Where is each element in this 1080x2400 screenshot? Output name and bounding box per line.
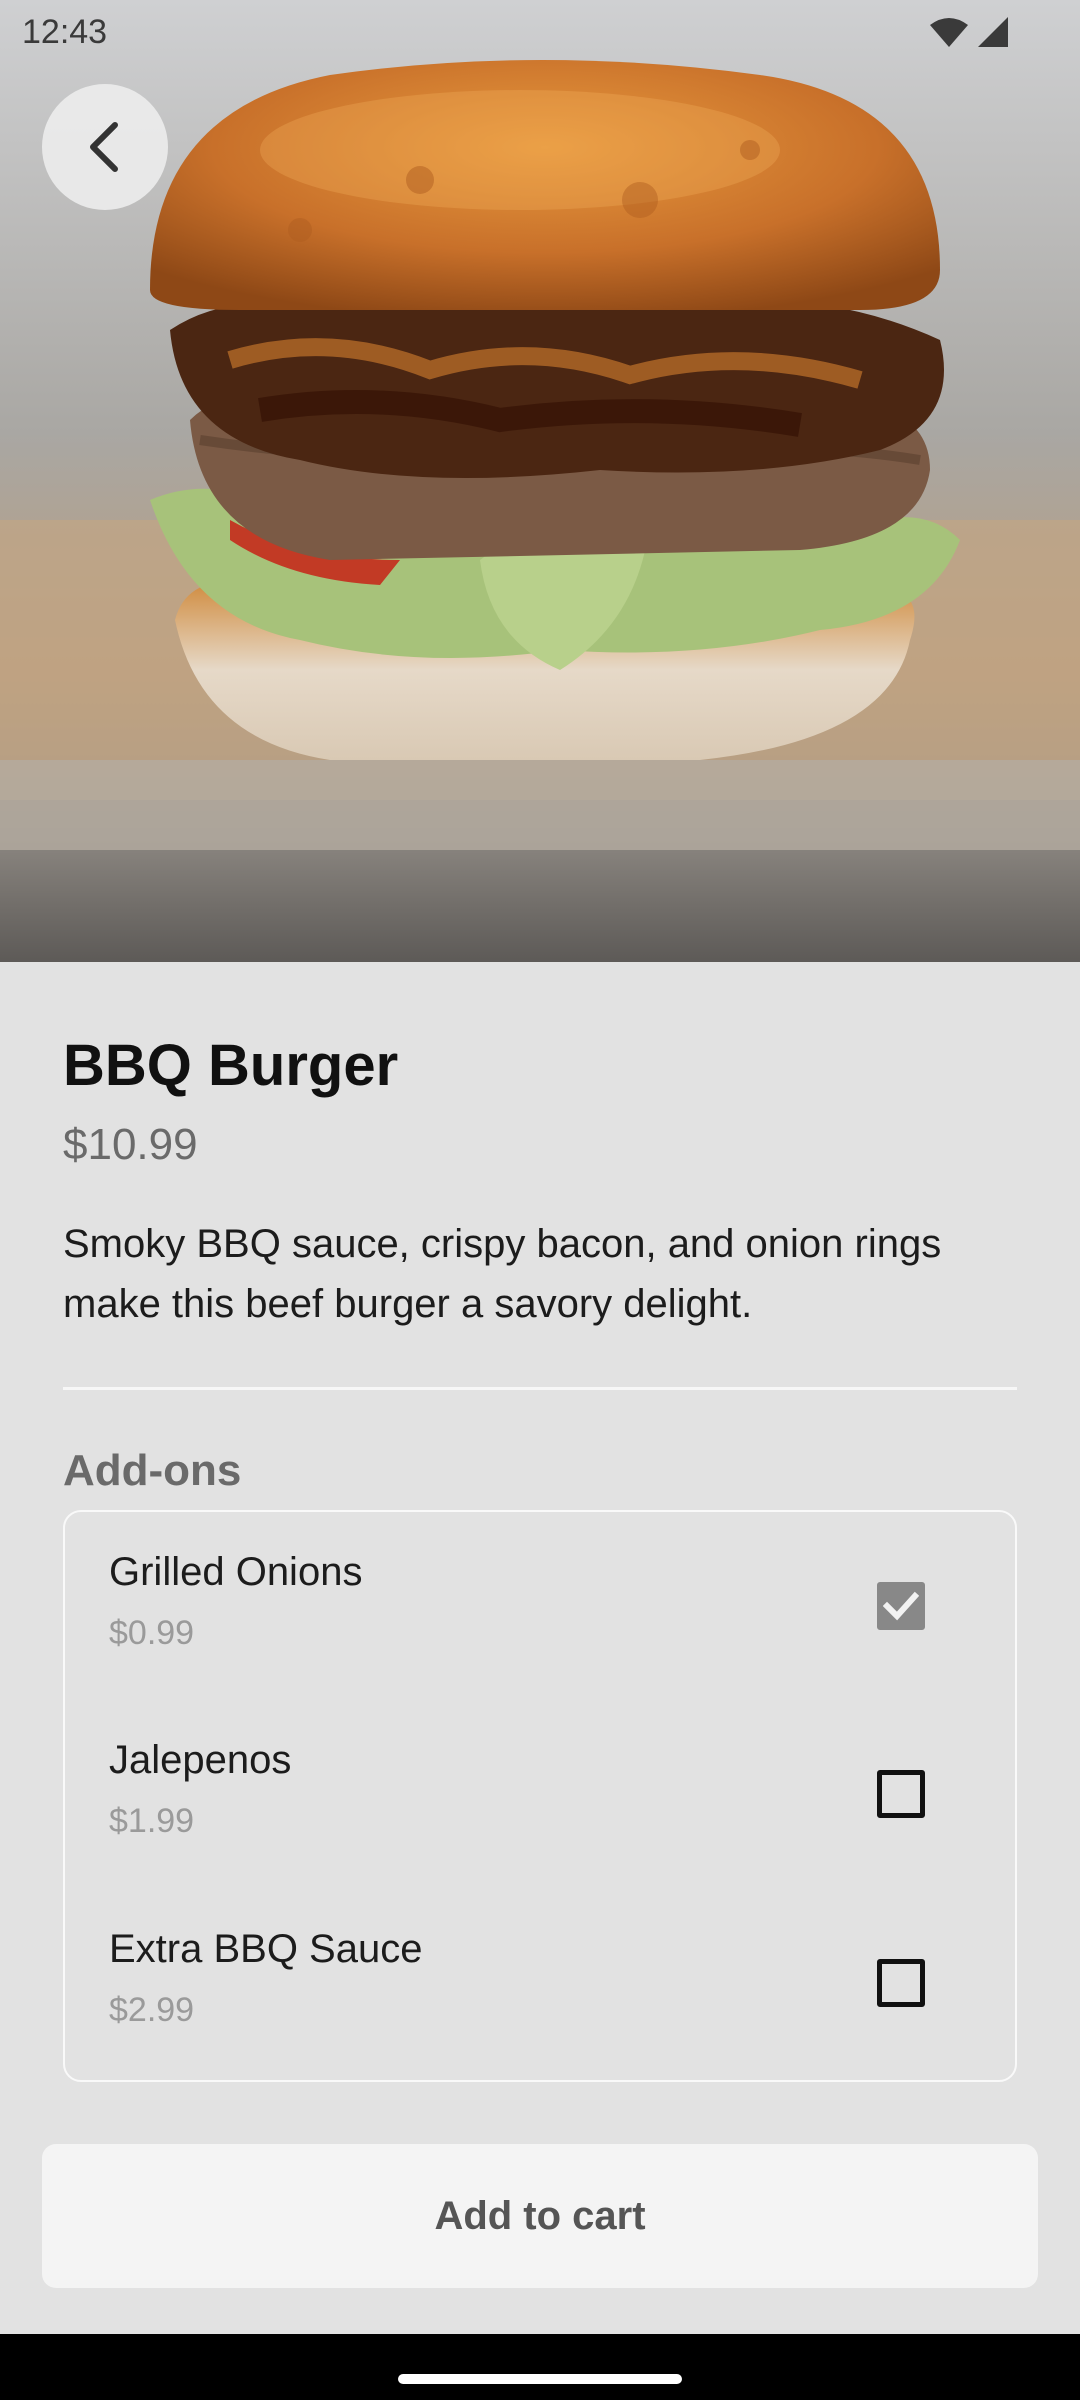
addon-name: Extra BBQ Sauce <box>109 1927 423 1971</box>
divider <box>63 1387 1017 1390</box>
status-icons <box>930 17 1008 47</box>
addon-price: $2.99 <box>109 1991 195 2029</box>
signal-icon <box>978 17 1008 47</box>
addon-item-jalepenos[interactable]: Jalepenos $1.99 <box>65 1700 1015 1888</box>
product-content: BBQ Burger $10.99 Smoky BBQ sauce, crisp… <box>0 962 1080 2334</box>
product-description: Smoky BBQ sauce, crispy bacon, and onion… <box>63 1222 942 1326</box>
addon-price: $1.99 <box>109 1802 195 1840</box>
addon-name: Jalepenos <box>109 1738 292 1782</box>
addon-item-extra-bbq-sauce[interactable]: Extra BBQ Sauce $2.99 <box>65 1889 1015 2077</box>
home-gesture-handle[interactable] <box>398 2374 682 2384</box>
addon-name: Grilled Onions <box>109 1550 363 1594</box>
add-to-cart-button[interactable]: Add to cart <box>42 2144 1038 2288</box>
addons-title: Add-ons <box>63 1446 242 1495</box>
addon-price: $0.99 <box>109 1614 195 1652</box>
product-price: $10.99 <box>63 1120 198 1169</box>
wifi-icon <box>930 18 968 47</box>
status-time: 12:43 <box>22 12 108 51</box>
product-title: BBQ Burger <box>63 1033 399 1098</box>
addons-list: Grilled Onions $0.99 Jalepenos $1.99 Ext… <box>63 1510 1017 2082</box>
chevron-left-icon <box>90 122 118 172</box>
addon-checkbox-grilled-onions[interactable] <box>877 1582 925 1630</box>
product-detail-screen: 12:43 BBQ Burger $10.99 Smoky BBQ sauce,… <box>0 0 1080 2400</box>
status-bar: 12:43 <box>0 0 1080 64</box>
check-icon <box>883 1591 919 1621</box>
navigation-bar <box>0 2334 1080 2400</box>
addon-checkbox-jalepenos[interactable] <box>877 1770 925 1818</box>
back-button[interactable] <box>42 84 168 210</box>
addon-item-grilled-onions[interactable]: Grilled Onions $0.99 <box>65 1512 1015 1700</box>
addon-checkbox-extra-bbq-sauce[interactable] <box>877 1959 925 2007</box>
